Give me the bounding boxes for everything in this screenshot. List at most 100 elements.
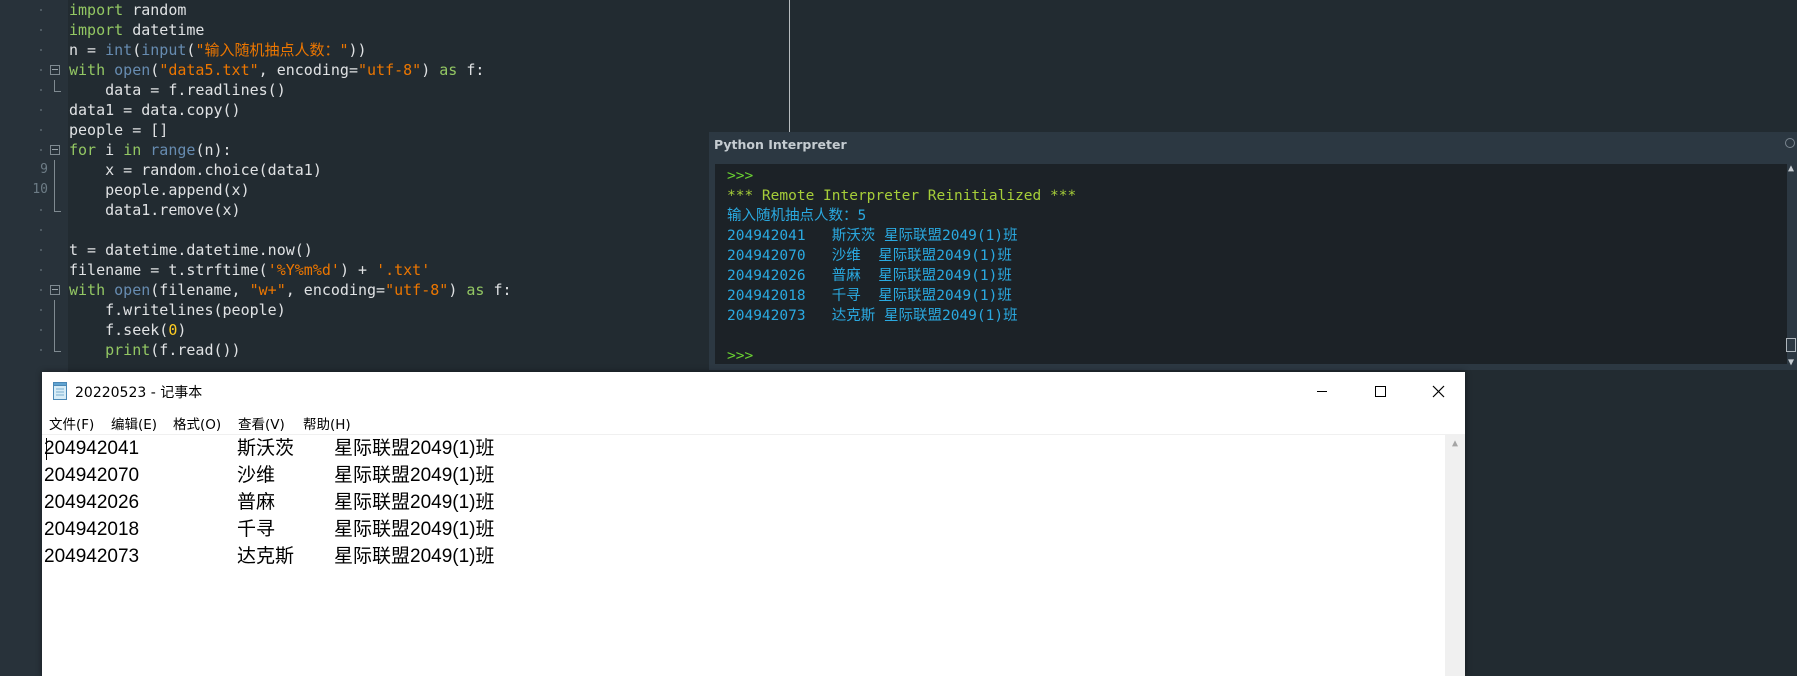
line-number: 9 [40,162,48,177]
code-token: datetime [123,21,205,39]
menu-view[interactable]: 查看(V) [238,413,285,433]
code-token: in [123,141,142,159]
code-line: people = [] [69,120,168,140]
text-row: 204942026 普麻 星际联盟2049(1)班 [44,489,744,516]
code-token: with [69,281,106,299]
student-class: 星际联盟2049(1)班 [334,519,495,540]
console-line: >>> [727,168,754,184]
code-token: (f.read()) [150,341,241,359]
gutter-row: 10 [0,180,68,200]
code-token: (n): [195,141,232,159]
gutter-row [0,120,68,140]
student-name: 普麻 [237,492,276,513]
minimize-button[interactable] [1293,372,1351,410]
code-line: import random [69,0,186,20]
code-token: int [105,41,133,59]
notepad-window: 20220523 - 记事本 文件(F) 编辑(E) 格式(O) 查看(V) 帮… [42,372,1465,676]
fold-end-marker [54,80,61,92]
fold-toggle-icon[interactable] [50,285,60,295]
code-token: "data5.txt" [159,61,259,79]
notepad-text-area[interactable]: 204942041 斯沃茨 星际联盟2049(1)班 204942070 沙维 星际联盟2… [44,435,1443,676]
vertical-scrollbar[interactable]: ▲ ▼ [1785,162,1797,370]
code-token: with [69,61,106,79]
code-line: data1.remove(x) [69,200,240,220]
console-line: *** Remote Interpreter Reinitialized *** [727,188,1077,204]
code-token: ( [150,61,160,79]
code-token: "utf-8" [385,281,449,299]
menu-file[interactable]: 文件(F) [49,413,94,433]
gutter-row [0,100,68,120]
gutter-dot [40,349,42,351]
gutter-dot [40,129,42,131]
scroll-up-arrow-icon[interactable]: ▲ [1785,162,1797,176]
close-icon[interactable] [1785,138,1795,148]
gutter-row [0,280,68,300]
code-line: with open("data5.txt", encoding="utf-8")… [69,60,484,80]
code-token: i [96,141,124,159]
student-class: 星际联盟2049(1)班 [334,492,495,513]
gutter-row [0,0,68,20]
fold-end-marker [54,200,61,212]
notepad-icon [53,382,67,400]
title-bar[interactable]: 20220523 - 记事本 [42,372,1465,410]
line-number: 10 [32,182,48,197]
code-token: f: [484,281,512,299]
code-line: import datetime [69,20,204,40]
gutter-dot [40,229,42,231]
scroll-up-arrow-icon[interactable]: ▲ [1445,435,1465,451]
menu-edit[interactable]: 编辑(E) [111,413,157,433]
code-token: , encoding= [258,61,358,79]
code-token: t = datetime.datetime.now() [69,241,313,259]
menu-format[interactable]: 格式(O) [173,413,221,433]
menu-bar: 文件(F) 编辑(E) 格式(O) 查看(V) 帮助(H) [42,410,1465,434]
student-id: 204942041 [44,438,140,459]
fold-line [54,320,55,340]
gutter-row [0,80,68,100]
console-line: 204942026 普麻 星际联盟2049(1)班 [727,268,1012,284]
code-line: with open(filename, "w+", encoding="utf-… [69,280,512,300]
maximize-button[interactable] [1351,372,1409,410]
gutter-dot [40,49,42,51]
code-line: filename = t.strftime('%Y%m%d') + '.txt' [69,260,430,280]
gutter-dot [40,329,42,331]
code-token: for [69,141,97,159]
interpreter-console[interactable]: >>> *** Remote Interpreter Reinitialized … [715,164,1787,364]
gutter-dot [40,89,42,91]
code-token: as [466,281,485,299]
close-button[interactable] [1409,372,1467,410]
scroll-down-arrow-icon[interactable]: ▼ [1785,356,1797,370]
gutter-dot [40,69,42,71]
minimize-icon [1317,391,1327,392]
code-token: )) [348,41,367,59]
code-token: n = [69,41,106,59]
console-line: 204942070 沙维 星际联盟2049(1)班 [727,248,1012,264]
code-line: x = random.choice(data1) [69,160,322,180]
gutter-row [0,140,68,160]
console-line: 204942073 达克斯 星际联盟2049(1)班 [727,308,1018,324]
vertical-scrollbar[interactable]: ▲ [1445,435,1465,676]
fold-toggle-icon[interactable] [50,145,60,155]
window-title: 20220523 - 记事本 [75,385,203,401]
student-class: 星际联盟2049(1)班 [334,546,495,567]
gutter-dot [40,309,42,311]
code-token: data1 = data.copy() [69,101,241,119]
gutter-row [0,40,68,60]
code-token: range [150,141,196,159]
scrollbar-thumb[interactable] [1786,338,1796,352]
code-token: (filename, [150,281,250,299]
student-id: 204942070 [44,465,140,486]
gutter-dot [40,269,42,271]
menu-help[interactable]: 帮助(H) [303,413,351,433]
code-token: ) [421,61,440,79]
code-token: print [105,341,151,359]
code-token: people.append(x) [69,181,250,199]
student-name: 达克斯 [237,546,295,567]
gutter-dot [40,149,42,151]
code-line: f.writelines(people) [69,300,286,320]
fold-toggle-icon[interactable] [50,65,60,75]
code-line: n = int(input("输入随机抽点人数：")) [69,40,367,60]
code-token: f.seek( [69,321,169,339]
code-line: print(f.read()) [69,340,241,360]
gutter-row [0,340,68,360]
